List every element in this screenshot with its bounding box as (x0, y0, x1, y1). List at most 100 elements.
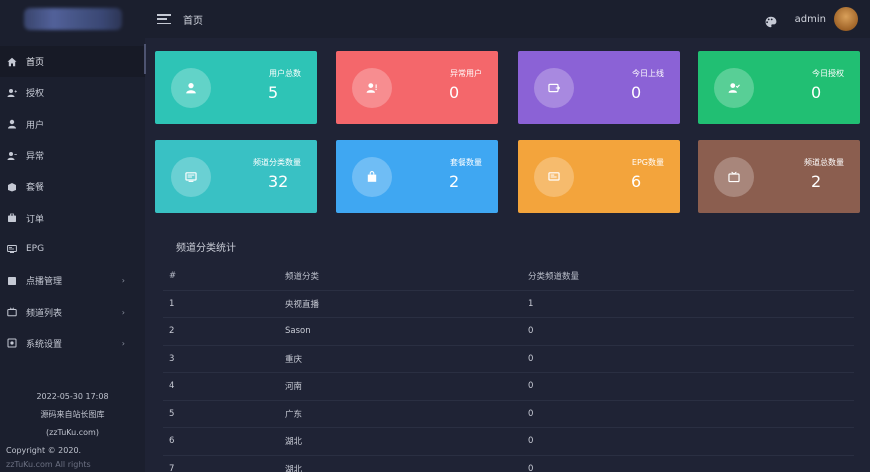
footer-source-site: (zzTuKu.com) (46, 428, 99, 437)
cell-count: 0 (528, 353, 534, 364)
sidebar-item-channels[interactable]: 频道列表 › (0, 296, 145, 327)
palette-icon[interactable] (765, 13, 777, 28)
footer-source: 源码来自站长图库 (40, 410, 105, 419)
home-icon (6, 56, 18, 68)
sidebar-item-label: 点播管理 (26, 277, 63, 288)
sidebar-item-label: 套餐 (26, 183, 45, 194)
sidebar-footer: 2022-05-30 17:08 源码来自站长图库 (zzTuKu.com) C… (0, 386, 145, 470)
avatar[interactable] (834, 7, 858, 31)
cell-category: 湖北 (285, 464, 303, 472)
card-label: 异常用户 (450, 69, 482, 78)
menu-toggle-icon[interactable] (157, 14, 171, 24)
stat-card-authorized-today[interactable]: 今日授权 0 (698, 51, 860, 124)
cell-category: 湖北 (285, 437, 303, 448)
user-icon (6, 118, 18, 130)
sidebar-item-epg[interactable]: EPG (0, 234, 145, 265)
header-right: admin (765, 0, 858, 38)
table-row: 5 广东 0 (163, 401, 854, 428)
sidebar-item-label: 系统设置 (26, 339, 63, 350)
sidebar-item-home[interactable]: 首页 (0, 46, 145, 78)
table-row: 2 Sason 0 (163, 318, 854, 346)
package-icon (6, 181, 18, 193)
package-icon (352, 157, 392, 197)
user-plus-icon (714, 68, 754, 108)
username[interactable]: admin (795, 14, 826, 25)
sidebar-item-authorize[interactable]: 授权 (0, 77, 145, 108)
category-icon (171, 157, 211, 197)
sidebar-item-label: 异常 (26, 152, 45, 163)
logo[interactable] (24, 8, 122, 30)
stat-card-package-count[interactable]: 套餐数量 2 (336, 140, 498, 213)
table-header: # 频道分类 分类频道数量 (163, 263, 854, 291)
stat-card-abnormal-users[interactable]: 异常用户 0 (336, 51, 498, 124)
cell-index: 4 (169, 381, 175, 392)
stat-card-total-users[interactable]: 用户总数 5 (155, 51, 317, 124)
sidebar-item-abnormal[interactable]: 异常 (0, 140, 145, 171)
sidebar-item-settings[interactable]: 系统设置 › (0, 328, 145, 359)
stats-title: 频道分类统计 (176, 243, 236, 254)
chevron-right-icon: › (121, 307, 125, 317)
chevron-right-icon: › (121, 338, 125, 348)
user-alert-icon (6, 150, 18, 162)
epg-icon (6, 243, 18, 255)
user-alert-icon (352, 68, 392, 108)
cell-count: 0 (528, 463, 534, 472)
cell-category: 重庆 (285, 354, 303, 365)
sidebar-item-label: 频道列表 (26, 308, 63, 319)
page-title: 首页 (183, 15, 203, 27)
tv-icon (6, 306, 18, 318)
cell-count: 0 (528, 326, 534, 337)
column-header-category: 频道分类 (285, 272, 320, 283)
sidebar: 首页 授权 用户 异常 套餐 订单 EPG 点播管理 › 频道列表 › 系统设置… (0, 0, 145, 472)
card-label: EPG数量 (631, 158, 664, 167)
cell-index: 3 (169, 353, 175, 364)
epg-icon (534, 157, 574, 197)
stats-table: # 频道分类 分类频道数量 1 央视直播 1 2 Sason 0 3 重庆 0 … (163, 263, 854, 472)
card-value: 5 (268, 83, 279, 102)
sidebar-item-vod[interactable]: 点播管理 › (0, 265, 145, 296)
card-label: 频道总数量 (804, 158, 844, 167)
card-label: 套餐数量 (450, 158, 482, 167)
card-label: 今日授权 (812, 69, 844, 78)
logo-area (0, 0, 145, 38)
top-header: 首页 admin (145, 0, 870, 38)
cell-index: 6 (169, 436, 175, 447)
sidebar-nav: 首页 授权 用户 异常 套餐 订单 EPG 点播管理 › 频道列表 › 系统设置… (0, 46, 145, 359)
stat-card-epg-count[interactable]: EPG数量 6 (518, 140, 680, 213)
user-plus-icon (6, 87, 18, 99)
stat-card-online-today[interactable]: 今日上线 0 (518, 51, 680, 124)
table-row: 7 湖北 0 (163, 456, 854, 472)
cell-index: 1 (169, 298, 175, 309)
card-label: 用户总数 (269, 69, 301, 78)
card-value: 0 (631, 83, 642, 102)
cell-category: Sason (285, 326, 311, 337)
sidebar-item-label: 授权 (26, 89, 45, 100)
card-value: 0 (811, 83, 822, 102)
card-label: 频道分类数量 (253, 158, 301, 167)
cell-index: 2 (169, 326, 175, 337)
table-row: 6 湖北 0 (163, 428, 854, 456)
sidebar-item-users[interactable]: 用户 (0, 109, 145, 140)
stat-card-category-count[interactable]: 频道分类数量 32 (155, 140, 317, 213)
cell-category: 广东 (285, 409, 303, 420)
cell-count: 0 (528, 381, 534, 392)
sidebar-item-package[interactable]: 套餐 (0, 171, 145, 202)
sidebar-item-label: 用户 (26, 120, 45, 131)
online-icon (534, 68, 574, 108)
vod-icon (6, 275, 18, 287)
footer-date: 2022-05-30 17:08 (36, 392, 109, 401)
cell-count: 1 (528, 298, 534, 309)
sidebar-item-orders[interactable]: 订单 (0, 202, 145, 233)
table-row: 4 河南 0 (163, 373, 854, 401)
tv-icon (714, 157, 754, 197)
table-row: 1 央视直播 1 (163, 291, 854, 318)
card-value: 0 (449, 83, 460, 102)
cell-index: 5 (169, 408, 175, 419)
footer-rights: zzTuKu.com All rights (6, 460, 91, 469)
stat-card-channel-total[interactable]: 频道总数量 2 (698, 140, 860, 213)
sidebar-item-label: 订单 (26, 214, 45, 225)
cell-index: 7 (169, 463, 175, 472)
table-row: 3 重庆 0 (163, 346, 854, 373)
card-value: 2 (449, 172, 460, 191)
sidebar-item-label: EPG (26, 244, 45, 255)
